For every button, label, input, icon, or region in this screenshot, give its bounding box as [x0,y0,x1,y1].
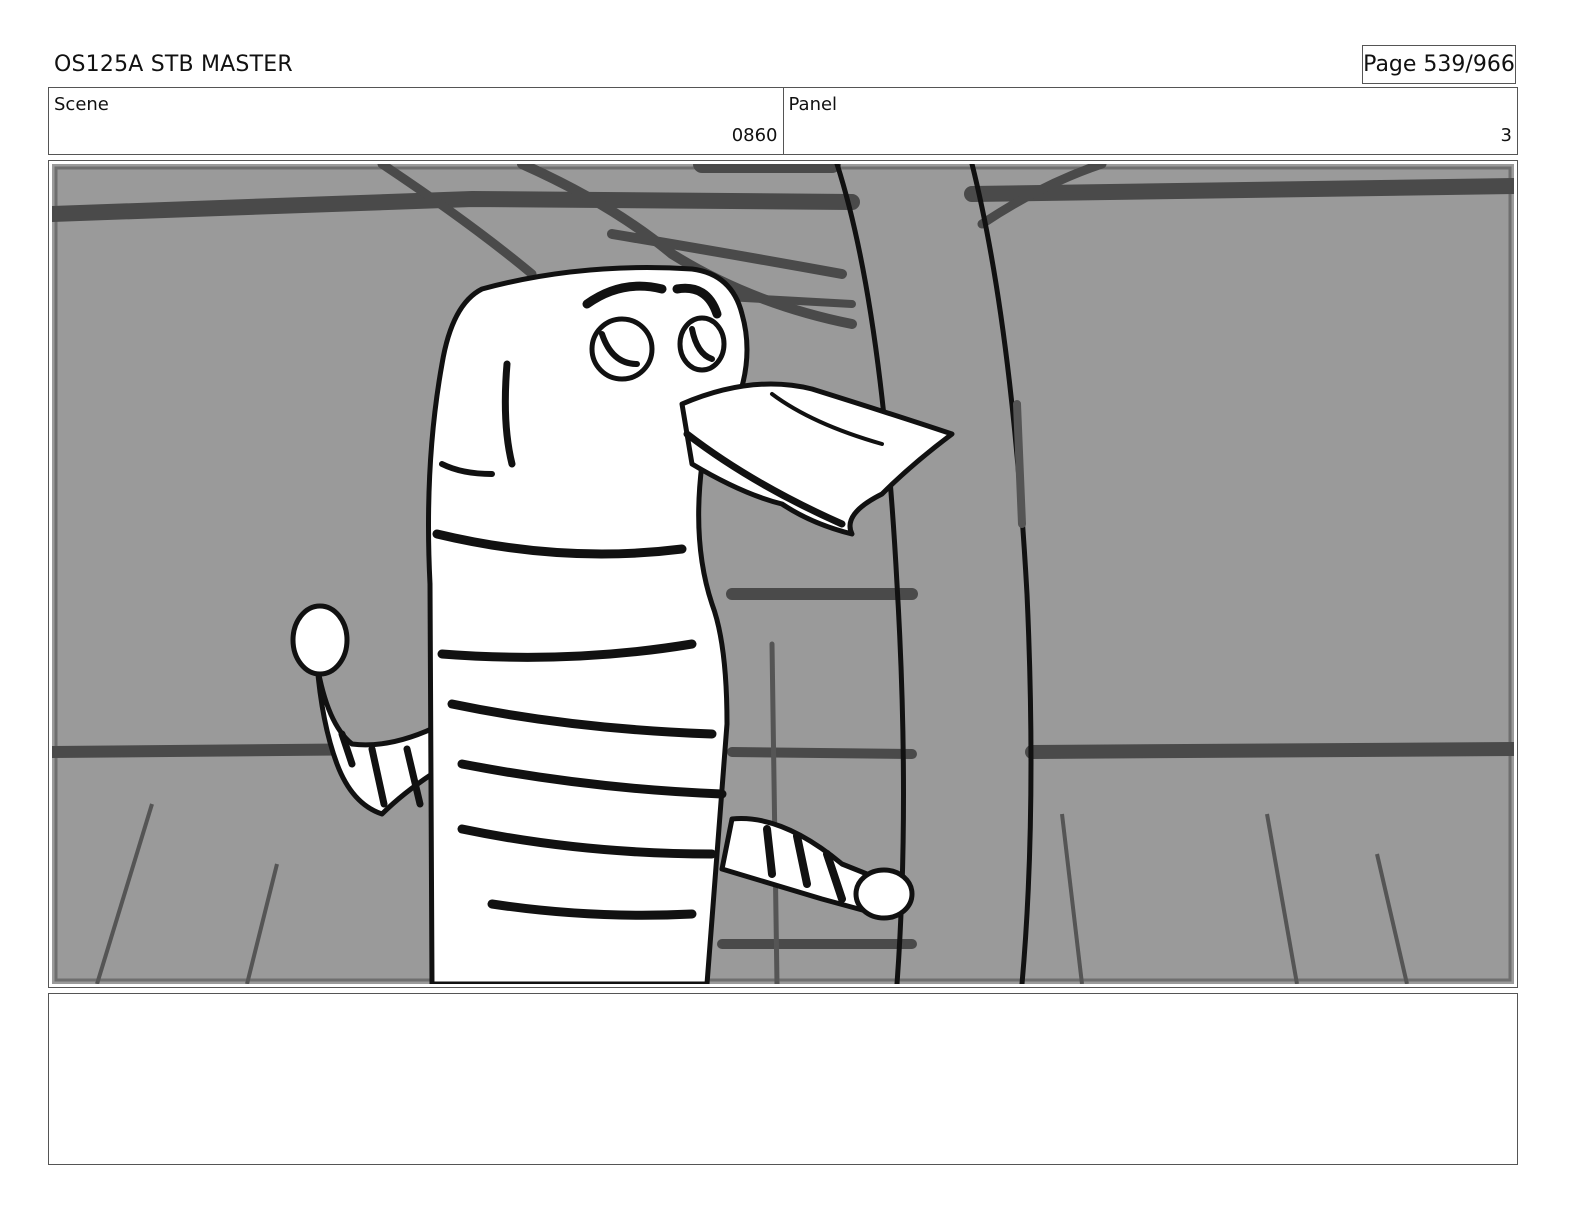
storyboard-frame [48,160,1518,988]
storyboard-drawing [52,164,1514,984]
scene-value: 0860 [731,125,778,146]
scene-label: Scene [54,94,109,115]
page-number: Page 539/966 [1362,45,1516,84]
scene-panel-info: Scene 0860 Panel 3 [48,87,1518,155]
scene-cell: Scene 0860 [49,88,783,154]
panel-cell: Panel 3 [782,88,1518,154]
character-body [426,265,750,984]
document-title: OS125A STB MASTER [54,52,293,77]
notes-box [48,993,1518,1165]
panel-label: Panel [788,94,838,115]
panel-value: 3 [1500,125,1512,146]
